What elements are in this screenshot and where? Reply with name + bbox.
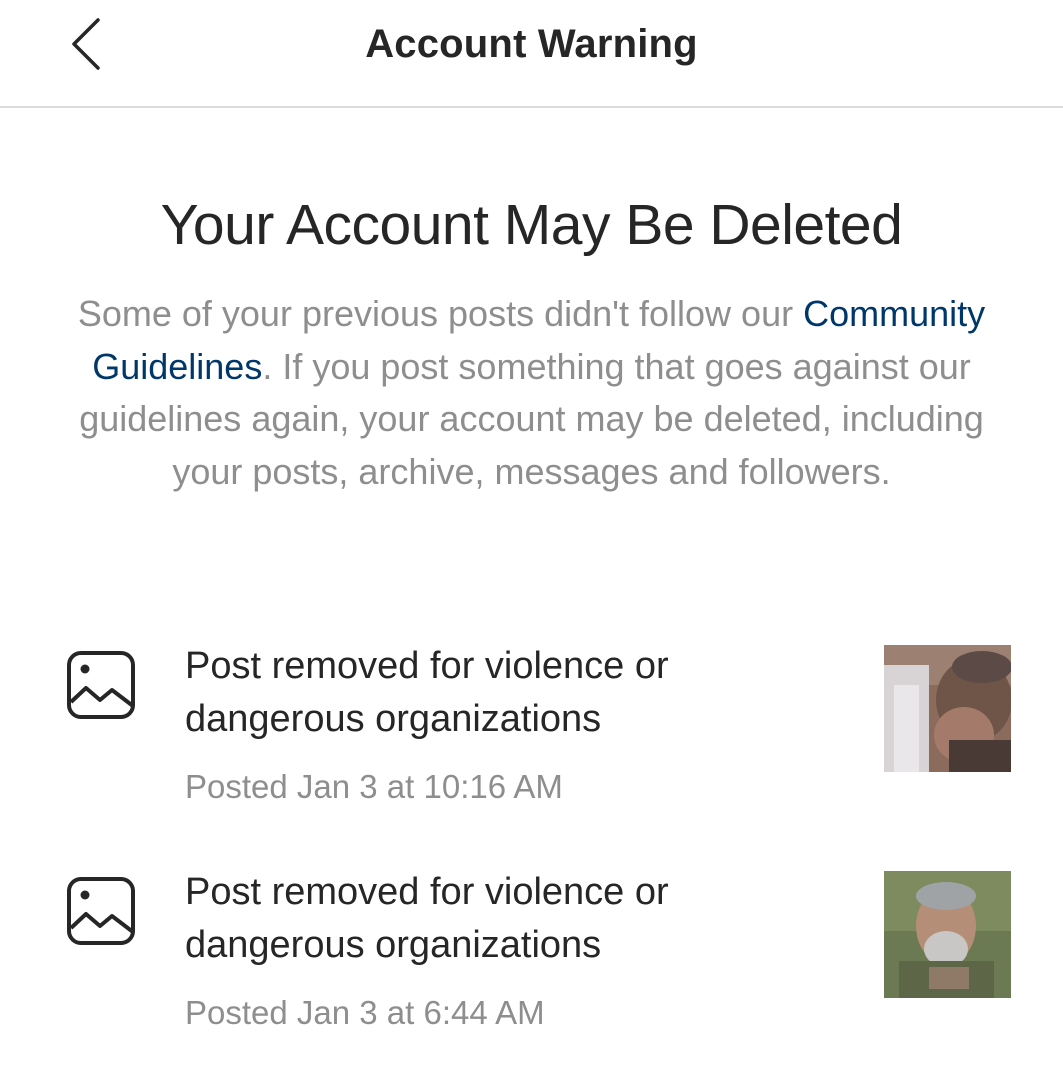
removed-post-item[interactable]: Post removed for violence or dangerous o… — [0, 871, 1063, 1066]
warning-text-before-link: Some of your previous posts didn't follo… — [77, 293, 794, 334]
warning-description: Some of your previous posts didn't follo… — [40, 288, 1023, 498]
post-date: Posted Jan 3 at 6:44 AM — [185, 994, 545, 1031]
nav-header: Account Warning — [0, 0, 1063, 108]
removed-post-item[interactable]: Post removed for violence or dangerous o… — [0, 645, 1063, 840]
post-thumbnail[interactable] — [884, 645, 1011, 772]
post-thumbnail[interactable] — [884, 871, 1011, 998]
post-date: Posted Jan 3 at 10:16 AM — [185, 768, 563, 805]
removal-reason: Post removed for violence or dangerous o… — [185, 645, 669, 740]
image-icon — [66, 650, 140, 724]
image-icon — [66, 876, 140, 950]
removal-reason: Post removed for violence or dangerous o… — [185, 871, 669, 966]
page-title: Account Warning — [365, 22, 698, 66]
warning-title: Your Account May Be Deleted — [160, 193, 903, 257]
